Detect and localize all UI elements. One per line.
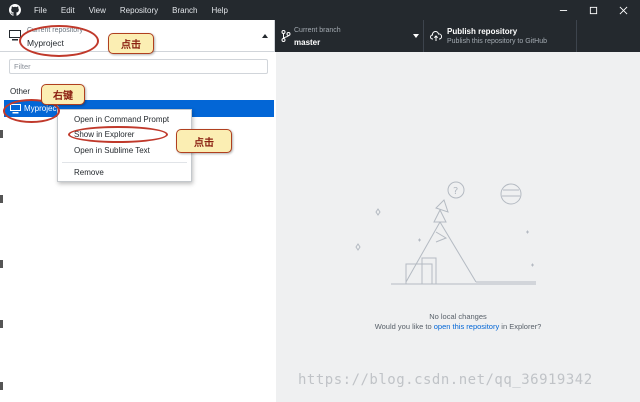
edge-artifact bbox=[0, 195, 3, 203]
annotation-right-click-label: 右键 bbox=[41, 84, 85, 105]
menu-bar: File Edit View Repository Branch Help bbox=[34, 0, 242, 20]
current-branch-name: master bbox=[294, 38, 321, 47]
context-menu: Open in Command Prompt Show in Explorer … bbox=[57, 109, 192, 182]
menu-separator bbox=[62, 162, 187, 163]
edge-artifact bbox=[0, 130, 3, 138]
annotation-click-label: 点击 bbox=[176, 129, 232, 153]
menu-item-open-in-command-prompt[interactable]: Open in Command Prompt bbox=[74, 115, 169, 124]
edge-artifact bbox=[0, 260, 3, 268]
menu-edit[interactable]: Edit bbox=[61, 6, 75, 15]
repository-group-label: Other bbox=[10, 87, 31, 96]
empty-state-prefix: Would you like to bbox=[374, 322, 434, 331]
github-logo-icon bbox=[9, 4, 21, 16]
menu-item-open-in-sublime-text[interactable]: Open in Sublime Text bbox=[74, 146, 150, 155]
minimize-icon bbox=[559, 9, 567, 11]
filter-input[interactable] bbox=[9, 59, 268, 74]
annotation-circle-current-repository bbox=[19, 25, 99, 57]
annotation-circle-show-in-explorer bbox=[68, 126, 168, 143]
caret-up-icon bbox=[262, 34, 268, 38]
changes-pane: ? bbox=[276, 52, 640, 402]
minimize-button[interactable] bbox=[548, 0, 578, 20]
empty-state-description: Would you like to open this repository i… bbox=[276, 322, 640, 331]
branch-icon bbox=[281, 30, 291, 42]
menu-repository[interactable]: Repository bbox=[120, 6, 158, 15]
empty-state-illustration: ? bbox=[355, 181, 536, 285]
empty-state-title: No local changes bbox=[429, 312, 487, 321]
menu-view[interactable]: View bbox=[89, 6, 106, 15]
cloud-upload-icon bbox=[430, 30, 442, 41]
svg-text:?: ? bbox=[453, 186, 458, 197]
publish-repository-button[interactable]: Publish repository Publish this reposito… bbox=[425, 20, 577, 52]
caret-down-icon bbox=[413, 34, 419, 38]
menu-help[interactable]: Help bbox=[212, 6, 228, 15]
close-button[interactable] bbox=[608, 0, 638, 20]
edge-artifact bbox=[0, 320, 3, 328]
current-branch-label: Current branch bbox=[294, 27, 341, 34]
menu-branch[interactable]: Branch bbox=[172, 6, 197, 15]
publish-repository-description: Publish this repository to GitHub bbox=[447, 38, 547, 45]
title-bar: File Edit View Repository Branch Help bbox=[0, 0, 640, 20]
empty-state-suffix: in Explorer? bbox=[499, 322, 542, 331]
maximize-icon bbox=[589, 6, 597, 14]
menu-item-remove[interactable]: Remove bbox=[74, 168, 104, 177]
close-icon bbox=[619, 6, 627, 14]
menu-file[interactable]: File bbox=[34, 6, 47, 15]
edge-artifact bbox=[0, 382, 3, 390]
watermark: https://blog.csdn.net/qq_36919342 bbox=[298, 372, 593, 388]
annotation-click-label: 点击 bbox=[108, 33, 154, 54]
open-repository-link[interactable]: open this repository bbox=[434, 322, 499, 331]
maximize-button[interactable] bbox=[578, 0, 608, 20]
publish-repository-title: Publish repository bbox=[447, 27, 518, 36]
current-branch-dropdown[interactable]: Current branch master bbox=[276, 20, 424, 52]
